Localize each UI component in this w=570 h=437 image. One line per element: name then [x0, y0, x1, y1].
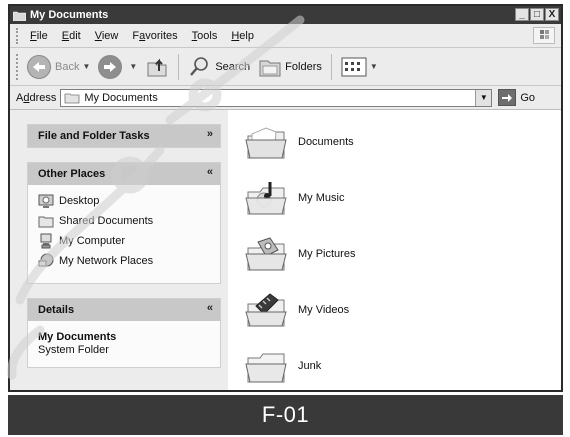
explorer-window: My Documents _ □ X File Edit View Favori… [8, 4, 563, 392]
folder-view: Documents My Music My Pictures My Videos… [236, 110, 561, 390]
folder-my-videos[interactable]: My Videos [244, 290, 349, 330]
place-shared-documents[interactable]: Shared Documents [38, 211, 210, 231]
videos-folder-icon [245, 293, 287, 327]
details-header[interactable]: Details « [28, 299, 220, 321]
folder-my-music[interactable]: My Music [244, 178, 344, 218]
expand-chevron-icon[interactable]: » [207, 128, 213, 140]
up-folder-icon [147, 58, 167, 76]
network-places-icon [38, 253, 54, 267]
collapse-chevron-icon[interactable]: « [207, 166, 213, 178]
computer-icon [40, 233, 52, 249]
windows-logo-icon [533, 27, 555, 44]
minimize-button[interactable]: _ [515, 8, 529, 21]
folder-icon [13, 11, 26, 21]
maximize-button[interactable]: □ [530, 8, 544, 21]
folder-icon [245, 127, 287, 159]
toolbar-grip [16, 53, 19, 80]
toolbar-separator [178, 53, 180, 80]
other-places-header[interactable]: Other Places « [28, 163, 220, 185]
back-dropdown-icon[interactable]: ▼ [82, 62, 90, 71]
menu-view[interactable]: View [88, 30, 126, 42]
folder-junk[interactable]: Junk [244, 346, 321, 386]
place-my-network-places[interactable]: My Network Places [38, 251, 210, 271]
menu-edit[interactable]: Edit [55, 30, 88, 42]
forward-dropdown-icon[interactable]: ▼ [129, 62, 137, 71]
folders-icon [259, 60, 281, 76]
details-panel: Details « My Documents System Folder [27, 298, 221, 368]
folders-button[interactable]: Folders [254, 52, 326, 82]
go-arrow-icon [498, 89, 517, 106]
close-button[interactable]: X [545, 8, 559, 21]
menu-tools[interactable]: Tools [185, 30, 225, 42]
other-places-panel: Other Places « Desktop Shared Documents … [27, 162, 221, 284]
address-dropdown-icon[interactable]: ▼ [475, 89, 492, 106]
address-bar: Address My Documents ▼ Go [10, 86, 561, 110]
details-item-name: My Documents [38, 331, 117, 343]
forward-button[interactable]: ▼ [94, 52, 141, 82]
file-folder-tasks-header[interactable]: File and Folder Tasks » [28, 125, 220, 147]
desktop-icon [38, 194, 54, 208]
figure-caption: F-01 [8, 395, 563, 435]
forward-arrow-icon [98, 54, 123, 79]
toolbar-separator [330, 53, 332, 80]
menu-bar: File Edit View Favorites Tools Help [10, 24, 561, 48]
window-title: My Documents [30, 9, 109, 21]
music-folder-icon [245, 182, 287, 215]
standard-toolbar: Back ▼ ▼ Search Folders ▼ [10, 48, 561, 86]
menu-favorites[interactable]: Favorites [125, 30, 184, 42]
file-folder-tasks-panel: File and Folder Tasks » [27, 124, 221, 148]
place-desktop[interactable]: Desktop [38, 191, 210, 211]
up-folder-button[interactable] [141, 52, 173, 82]
back-button[interactable]: Back ▼ [23, 52, 94, 82]
folder-documents[interactable]: Documents [244, 122, 354, 162]
collapse-chevron-icon[interactable]: « [207, 302, 213, 314]
go-button[interactable]: Go [498, 89, 535, 106]
folder-icon [245, 353, 287, 383]
back-arrow-icon [27, 54, 51, 79]
folder-my-pictures[interactable]: My Pictures [244, 234, 355, 274]
content-area: File and Folder Tasks » Other Places « D… [10, 110, 561, 390]
menu-help[interactable]: Help [224, 30, 261, 42]
views-button[interactable]: ▼ [337, 52, 382, 82]
views-icon [341, 57, 367, 76]
shared-folder-icon [38, 216, 54, 228]
folder-icon [64, 93, 80, 103]
menu-grip [16, 27, 19, 44]
views-dropdown-icon[interactable]: ▼ [370, 62, 378, 71]
details-item-type: System Folder [38, 344, 109, 356]
menu-file[interactable]: File [23, 30, 55, 42]
place-my-computer[interactable]: My Computer [38, 231, 210, 251]
search-icon [190, 56, 209, 76]
title-bar[interactable]: My Documents _ □ X [10, 6, 561, 24]
task-pane: File and Folder Tasks » Other Places « D… [10, 110, 228, 390]
search-button[interactable]: Search [184, 52, 254, 82]
pictures-folder-icon [245, 237, 287, 271]
address-label: Address [16, 91, 57, 104]
address-input[interactable]: My Documents ▼ [60, 88, 493, 107]
